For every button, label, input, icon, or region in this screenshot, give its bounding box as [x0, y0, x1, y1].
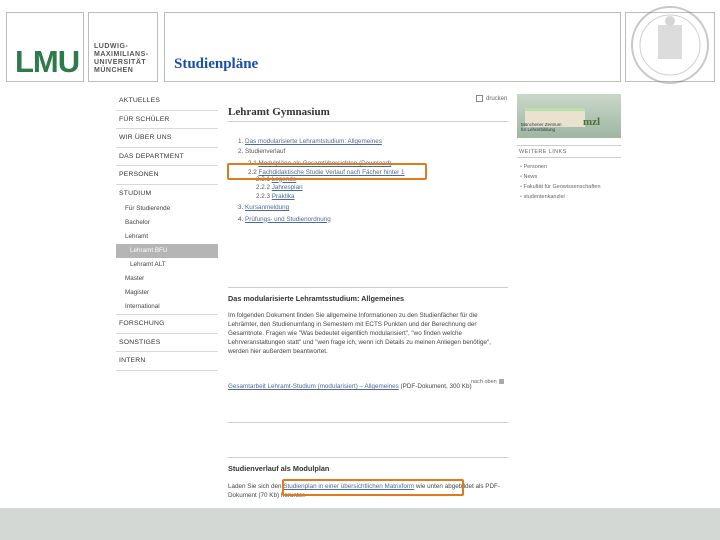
divider [228, 457, 508, 458]
nav-item-sonstiges[interactable]: SONSTIGES [116, 334, 218, 352]
nav-item-personen[interactable]: PERSONEN [116, 166, 218, 185]
banner-caption: Münchener Zentrum für Lehrerbildung [521, 122, 562, 132]
slide-title: Studienpläne [174, 56, 259, 72]
toc-number: 4. [238, 215, 244, 223]
section-heading-modulplan: Studienverlauf als Modulplan [228, 464, 330, 473]
sidebar-link[interactable]: Fakultät für Geowissenschaften [520, 182, 600, 192]
document-info: (PDF-Dokument, 300 Kb) [400, 383, 472, 390]
caption-line: für Lehrerbildung [521, 127, 556, 132]
university-line: MAXIMILIANS- [94, 51, 149, 58]
university-seal-icon [631, 6, 709, 84]
mzl-banner-image[interactable]: Münchener Zentrum für Lehrerbildung mzl [517, 94, 621, 138]
toc-link[interactable]: Prüfungs- und Studienordnung [245, 216, 331, 223]
document-link-row: Gesamtarbeit Lehramt-Studium (modularisi… [228, 382, 508, 391]
slide-header: LMU LUDWIG- MAXIMILIANS- UNIVERSITÄT MÜN… [0, 0, 720, 92]
nav-sub-bachelor[interactable]: Bachelor [116, 216, 218, 230]
mzl-logo: mzl [583, 116, 601, 128]
lmu-logo: LMU [15, 44, 80, 79]
print-icon [476, 95, 483, 102]
nav-item-fuer-schueler[interactable]: FÜR SCHÜLER [116, 111, 218, 129]
sidebar-link[interactable]: Personen [520, 162, 601, 172]
nav-sub-international[interactable]: International [116, 300, 218, 315]
nav-item-aktuelles[interactable]: AKTUELLES [116, 92, 218, 111]
toc-link[interactable]: Praktika [272, 193, 295, 200]
nav-sub-master[interactable]: Master [116, 272, 218, 286]
divider [228, 422, 508, 423]
divider [228, 121, 508, 122]
toc-number: 2.2.2 [256, 184, 271, 191]
document-link[interactable]: Gesamtarbeit Lehramt-Studium (modularisi… [228, 383, 399, 390]
back-to-top-label: nach oben [471, 379, 497, 385]
nav-item-wir-ueber-uns[interactable]: WIR ÜBER UNS [116, 129, 218, 148]
print-button[interactable]: drucken [476, 95, 507, 102]
toc-number: 1. [238, 138, 244, 145]
university-line: LUDWIG- [94, 43, 129, 50]
toc-item[interactable]: 4. Prüfungs- und Studienordnung [238, 215, 404, 225]
highlight-box [282, 479, 464, 496]
toc-link[interactable]: Das modularisierte Lehramtstudium: Allge… [245, 138, 382, 145]
toc-number: 2.2.3 [256, 192, 271, 200]
section-heading-allgemeines: Das modularisierte Lehramtsstudium: Allg… [228, 294, 405, 303]
website-screenshot: AKTUELLES FÜR SCHÜLER WIR ÜBER UNS DAS D… [116, 92, 622, 502]
divider [228, 287, 508, 288]
nav-item-intern[interactable]: INTERN [116, 352, 218, 371]
nav-item-das-department[interactable]: DAS DEPARTMENT [116, 148, 218, 166]
university-line: MÜNCHEN [94, 67, 134, 74]
arrow-up-icon [498, 379, 504, 385]
nav-sub-lehramt-bfu[interactable]: Lehramt BFU [116, 244, 218, 258]
university-line: UNIVERSITÄT [94, 59, 147, 66]
divider [517, 157, 621, 158]
table-of-contents: 1. Das modularisierte Lehramtstudium: Al… [238, 137, 404, 224]
toc-item[interactable]: 2.2.2 Jahresplan [238, 184, 404, 193]
body-text: Laden Sie sich den [228, 483, 284, 490]
toc-item[interactable]: 3. Kursanmeldung [238, 203, 404, 213]
sidebar-links: Personen News Fakultät für Geowissenscha… [520, 162, 601, 202]
nav-sub-magister[interactable]: Magister [116, 286, 218, 300]
divider [517, 145, 621, 146]
nav-item-studium[interactable]: STUDIUM [116, 185, 218, 203]
nav-sub-lehramt[interactable]: Lehramt [116, 230, 218, 244]
toc-item: 2. Studienverlauf [238, 147, 404, 157]
toc-item[interactable]: 2.2.3 Praktika [238, 193, 404, 202]
nav-item-forschung[interactable]: FORSCHUNG [116, 315, 218, 334]
toc-number: 2. [238, 147, 244, 155]
toc-link[interactable]: Jahresplan [272, 184, 303, 191]
sidebar-link[interactable]: News [520, 172, 601, 182]
slide-footer [0, 508, 720, 540]
sidebar-links-heading: WEITERE LINKS [519, 149, 567, 155]
toc-number: 3. [238, 204, 244, 211]
left-navigation: AKTUELLES FÜR SCHÜLER WIR ÜBER UNS DAS D… [116, 92, 218, 371]
nav-sub-lehramt-alt[interactable]: Lehramt ALT [116, 258, 218, 272]
toc-link[interactable]: Kursanmeldung [245, 204, 289, 211]
toc-item[interactable]: 1. Das modularisierte Lehramtstudium: Al… [238, 137, 404, 147]
section-body-allgemeines: Im folgenden Dokument finden Sie allgeme… [228, 312, 491, 355]
sidebar-link[interactable]: studentenkanzlei [520, 192, 601, 202]
back-to-top-link[interactable]: nach oben [471, 379, 504, 385]
toc-text: Studienverlauf [245, 147, 286, 155]
nav-sub-fuer-studierende[interactable]: Für Studierende [116, 202, 218, 216]
highlight-box [227, 163, 427, 180]
print-label: drucken [486, 96, 508, 103]
page-title: Lehramt Gymnasium [228, 106, 330, 118]
university-name: LUDWIG- MAXIMILIANS- UNIVERSITÄT MÜNCHEN [94, 43, 149, 75]
